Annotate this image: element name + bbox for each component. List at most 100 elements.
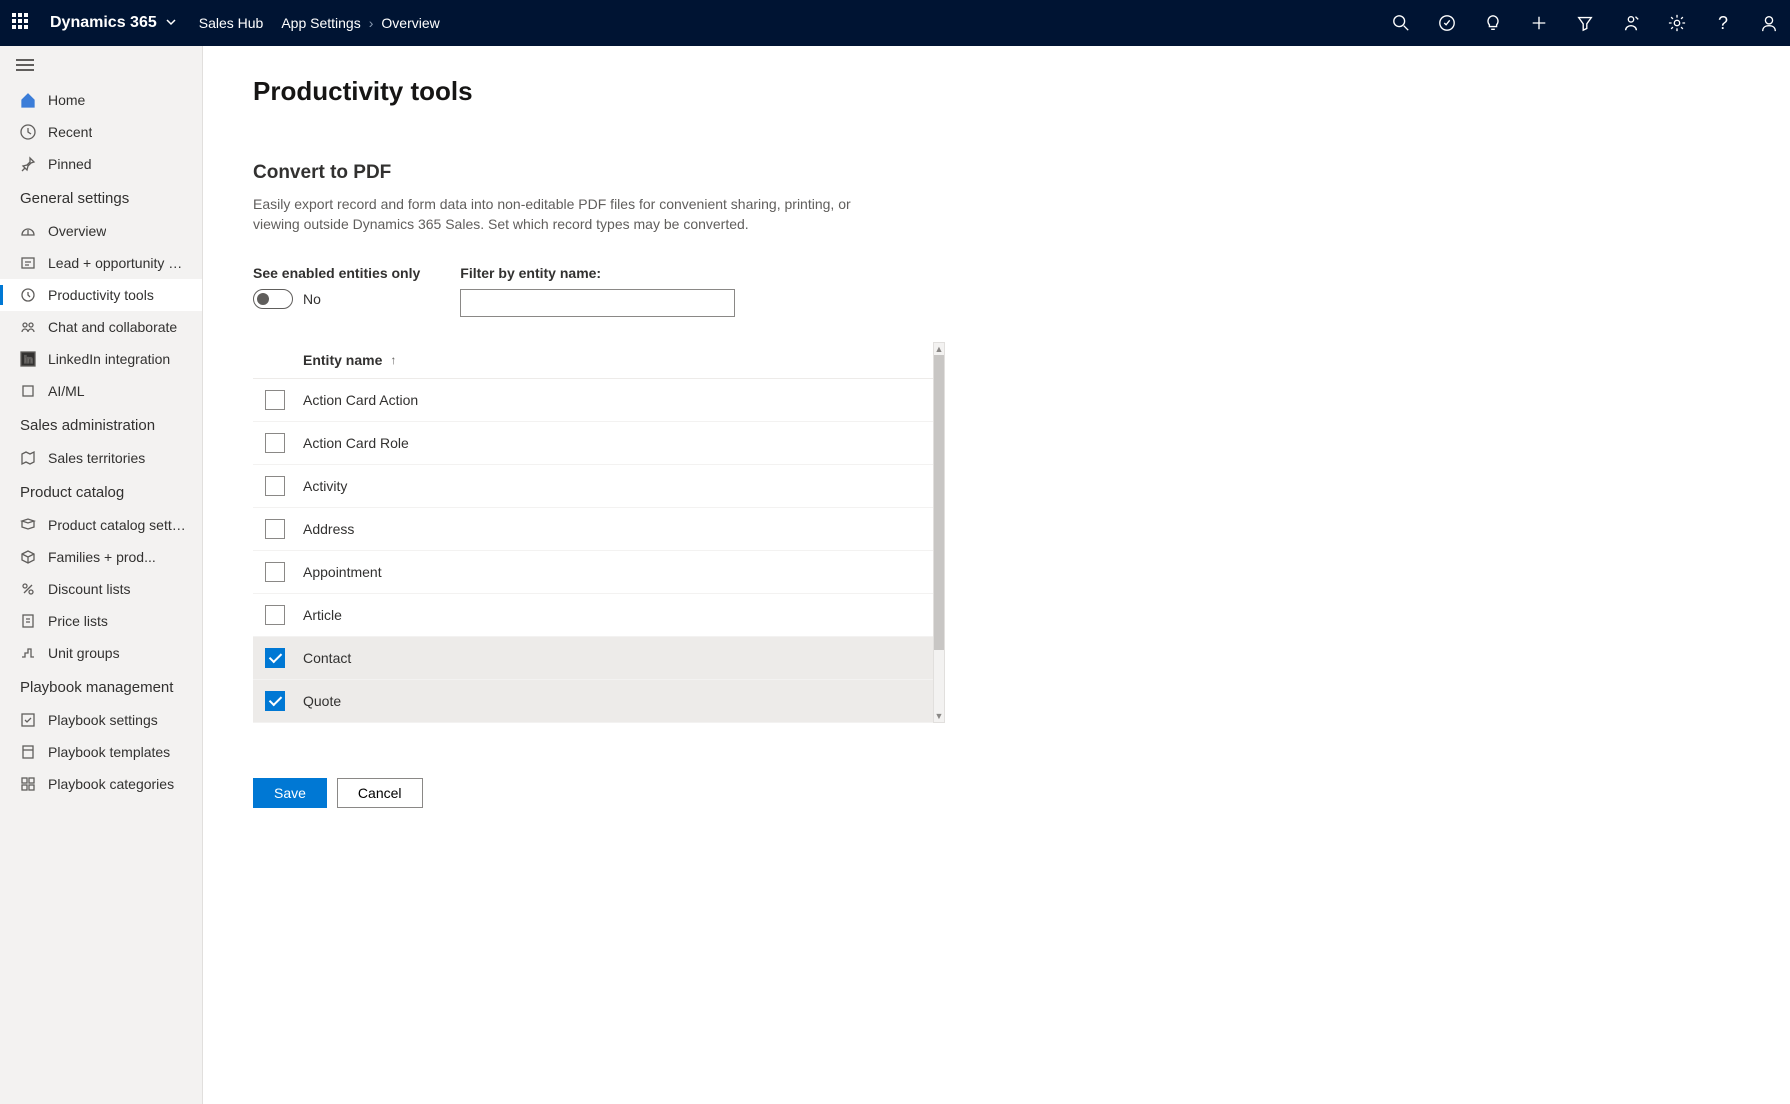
breadcrumb-2[interactable]: Overview bbox=[381, 15, 439, 31]
entity-row[interactable]: Quote bbox=[253, 680, 933, 723]
save-button[interactable]: Save bbox=[253, 778, 327, 808]
percent-icon bbox=[20, 581, 36, 597]
sidebar-item-overview[interactable]: Overview bbox=[0, 215, 202, 247]
scroll-up-icon[interactable]: ▲ bbox=[934, 343, 944, 355]
app-name[interactable]: Sales Hub bbox=[199, 15, 264, 31]
app-launcher-icon[interactable] bbox=[12, 13, 32, 33]
sidebar-label: Price lists bbox=[48, 613, 108, 629]
sidebar-item-discount[interactable]: Discount lists bbox=[0, 573, 202, 605]
sidebar-label: Recent bbox=[48, 124, 92, 140]
entity-checkbox[interactable] bbox=[265, 433, 285, 453]
entity-row[interactable]: Activity bbox=[253, 465, 933, 508]
sidebar-item-chat[interactable]: Chat and collaborate bbox=[0, 311, 202, 343]
section-general-settings: General settings bbox=[0, 180, 202, 215]
linkedin-icon: in bbox=[20, 351, 36, 367]
lightbulb-icon[interactable] bbox=[1484, 14, 1502, 32]
price-icon bbox=[20, 613, 36, 629]
entity-name: Quote bbox=[303, 693, 341, 709]
sidebar-label: Pinned bbox=[48, 156, 92, 172]
sidebar-item-unit[interactable]: Unit groups bbox=[0, 637, 202, 669]
menu-toggle-icon[interactable] bbox=[0, 46, 202, 84]
pin-icon bbox=[20, 156, 36, 172]
entity-row[interactable]: Appointment bbox=[253, 551, 933, 594]
sidebar-label: Overview bbox=[48, 223, 106, 239]
scroll-thumb[interactable] bbox=[934, 355, 944, 651]
see-enabled-toggle[interactable] bbox=[253, 289, 293, 309]
entity-checkbox[interactable] bbox=[265, 605, 285, 625]
sidebar-label: Lead + opportunity ma... bbox=[48, 255, 186, 271]
top-bar: Dynamics 365 Sales Hub App Settings › Ov… bbox=[0, 0, 1790, 46]
plus-icon[interactable] bbox=[1530, 14, 1548, 32]
entity-name: Action Card Action bbox=[303, 392, 418, 408]
section-title: Convert to PDF bbox=[253, 162, 1790, 184]
sidebar-label: Sales territories bbox=[48, 450, 145, 466]
account-icon[interactable] bbox=[1760, 14, 1778, 32]
cancel-button[interactable]: Cancel bbox=[337, 778, 423, 808]
section-sales-admin: Sales administration bbox=[0, 407, 202, 442]
sidebar-item-productivity[interactable]: Productivity tools bbox=[0, 279, 202, 311]
help-icon[interactable]: ? bbox=[1714, 14, 1732, 32]
entity-header-label: Entity name bbox=[303, 352, 382, 368]
search-icon[interactable] bbox=[1392, 14, 1410, 32]
entity-checkbox[interactable] bbox=[265, 562, 285, 582]
chevron-down-icon[interactable] bbox=[165, 15, 177, 31]
top-actions: ? bbox=[1392, 14, 1778, 32]
scrollbar[interactable]: ▲ ▼ bbox=[933, 342, 945, 723]
entity-row[interactable]: Contact bbox=[253, 637, 933, 680]
entity-row[interactable]: Action Card Action bbox=[253, 379, 933, 422]
see-enabled-label: See enabled entities only bbox=[253, 265, 420, 281]
entity-checkbox[interactable] bbox=[265, 691, 285, 711]
sidebar-item-territories[interactable]: Sales territories bbox=[0, 442, 202, 474]
entity-name: Contact bbox=[303, 650, 351, 666]
entity-name: Action Card Role bbox=[303, 435, 409, 451]
sort-asc-icon: ↑ bbox=[390, 353, 396, 367]
map-icon bbox=[20, 450, 36, 466]
section-desc: Easily export record and form data into … bbox=[253, 194, 873, 235]
see-enabled-value: No bbox=[303, 291, 321, 307]
sidebar-item-home[interactable]: Home bbox=[0, 84, 202, 116]
entity-checkbox[interactable] bbox=[265, 519, 285, 539]
sidebar-label: Playbook settings bbox=[48, 712, 158, 728]
entity-checkbox[interactable] bbox=[265, 648, 285, 668]
entity-header[interactable]: Entity name ↑ bbox=[253, 342, 933, 379]
sidebar-item-aiml[interactable]: AI/ML bbox=[0, 375, 202, 407]
sidebar-item-families[interactable]: Families + prod... bbox=[0, 541, 202, 573]
filter-control: Filter by entity name: bbox=[460, 265, 735, 317]
unit-icon bbox=[20, 645, 36, 661]
assistant-icon[interactable] bbox=[1622, 14, 1640, 32]
gear-icon[interactable] bbox=[1668, 14, 1686, 32]
home-icon bbox=[20, 92, 36, 108]
overview-icon bbox=[20, 223, 36, 239]
sidebar-label: Playbook templates bbox=[48, 744, 170, 760]
entity-checkbox[interactable] bbox=[265, 390, 285, 410]
sidebar-item-linkedin[interactable]: in LinkedIn integration bbox=[0, 343, 202, 375]
clock-icon bbox=[20, 124, 36, 140]
main-content: Productivity tools Convert to PDF Easily… bbox=[203, 46, 1790, 1104]
sidebar-item-playbook-templates[interactable]: Playbook templates bbox=[0, 736, 202, 768]
task-icon[interactable] bbox=[1438, 14, 1456, 32]
entity-row[interactable]: Article bbox=[253, 594, 933, 637]
sidebar-item-pinned[interactable]: Pinned bbox=[0, 148, 202, 180]
scroll-down-icon[interactable]: ▼ bbox=[934, 710, 944, 722]
sidebar-label: Productivity tools bbox=[48, 287, 154, 303]
filter-input[interactable] bbox=[460, 289, 735, 317]
sidebar-item-lead-opportunity[interactable]: Lead + opportunity ma... bbox=[0, 247, 202, 279]
breadcrumb-1[interactable]: App Settings bbox=[281, 15, 360, 31]
sidebar-item-price[interactable]: Price lists bbox=[0, 605, 202, 637]
sidebar-item-recent[interactable]: Recent bbox=[0, 116, 202, 148]
entity-row[interactable]: Address bbox=[253, 508, 933, 551]
catalog-icon bbox=[20, 517, 36, 533]
entity-name: Address bbox=[303, 521, 354, 537]
category-icon bbox=[20, 776, 36, 792]
entity-name: Article bbox=[303, 607, 342, 623]
entity-checkbox[interactable] bbox=[265, 476, 285, 496]
breadcrumb-sep-icon: › bbox=[369, 15, 374, 31]
entity-row[interactable]: Action Card Role bbox=[253, 422, 933, 465]
sidebar-item-product-catalog-settings[interactable]: Product catalog settings bbox=[0, 509, 202, 541]
sidebar-label: Unit groups bbox=[48, 645, 120, 661]
filter-icon[interactable] bbox=[1576, 14, 1594, 32]
sidebar-item-playbook-categories[interactable]: Playbook categories bbox=[0, 768, 202, 800]
brand-label[interactable]: Dynamics 365 bbox=[50, 14, 157, 32]
sidebar-item-playbook-settings[interactable]: Playbook settings bbox=[0, 704, 202, 736]
ai-icon bbox=[20, 383, 36, 399]
